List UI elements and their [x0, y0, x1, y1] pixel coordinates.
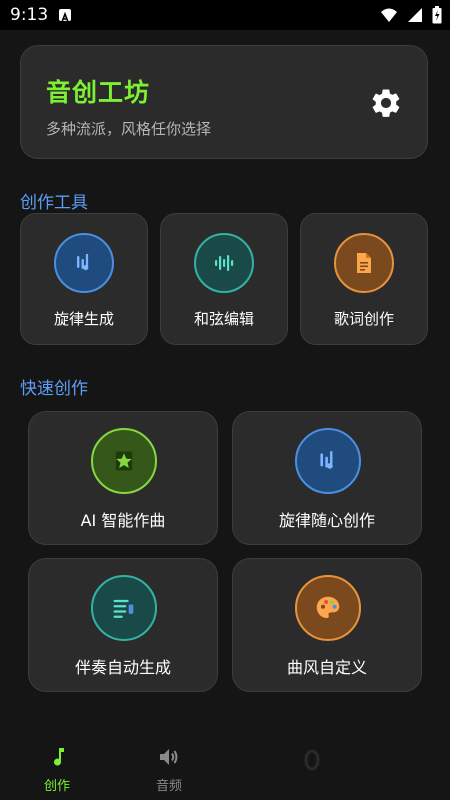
app-title: 音创工坊 — [46, 78, 151, 107]
tool-label-chord: 和弦编辑 — [193, 310, 254, 328]
document-icon — [357, 253, 371, 273]
document-icon-circle — [334, 233, 394, 293]
status-bar: 9:13 — [0, 0, 450, 30]
melody-icon — [320, 451, 333, 469]
nav-label-create: 创作 — [43, 779, 70, 794]
header-card: 音创工坊 多种流派，风格任你选择 — [20, 45, 428, 159]
tool-card-chord[interactable]: 和弦编辑 — [160, 213, 288, 345]
melody-icon-circle — [295, 428, 361, 494]
nav-item-audio[interactable]: 音频 — [139, 737, 199, 800]
quick-label-ai-compose: AI 智能作曲 — [80, 511, 166, 530]
quick-card-free-melody[interactable]: 旋律随心创作 — [232, 411, 422, 545]
quick-card-ai-compose[interactable]: AI 智能作曲 — [28, 411, 218, 545]
status-time: 9:13 — [10, 5, 49, 25]
settings-button[interactable] — [369, 86, 403, 120]
melody-icon — [77, 254, 89, 271]
wifi-icon — [381, 8, 397, 22]
quick-label-accompaniment: 伴奏自动生成 — [74, 658, 171, 677]
music-note-icon — [54, 748, 64, 766]
palette-icon-circle — [295, 575, 361, 641]
notification-icon — [59, 9, 71, 23]
list-music-icon-circle — [91, 575, 157, 641]
quick-card-accompaniment[interactable]: 伴奏自动生成 — [28, 558, 218, 692]
nav-item-create[interactable]: 创作 — [27, 737, 87, 800]
faded-nav-icon — [304, 749, 320, 771]
palette-icon — [316, 596, 340, 618]
ai-star-icon-circle — [91, 428, 157, 494]
section-title-tools: 创作工具 — [20, 193, 88, 213]
app-screen: 音创工坊 多种流派，风格任你选择 创作工具 旋律生成 和弦编辑 歌词创作 快速创… — [0, 30, 450, 800]
quick-label-free-melody: 旋律随心创作 — [278, 511, 375, 530]
ai-star-icon — [115, 451, 133, 471]
section-title-quick: 快速创作 — [20, 379, 88, 399]
waveform-icon-circle — [194, 233, 254, 293]
battery-icon — [432, 6, 442, 24]
status-icons — [380, 6, 442, 24]
quick-card-style-custom[interactable]: 曲风自定义 — [232, 558, 422, 692]
app-subtitle: 多种流派，风格任你选择 — [46, 120, 212, 138]
waveform-icon — [215, 255, 234, 271]
nav-label-audio: 音频 — [155, 779, 182, 794]
tool-label-lyrics: 歌词创作 — [333, 310, 394, 328]
list-music-icon — [113, 599, 134, 618]
quick-label-style-custom: 曲风自定义 — [286, 658, 367, 677]
signal-icon — [408, 8, 422, 22]
melody-icon-circle — [54, 233, 114, 293]
tool-card-melody[interactable]: 旋律生成 — [20, 213, 148, 345]
tool-card-lyrics[interactable]: 歌词创作 — [300, 213, 428, 345]
tool-label-melody: 旋律生成 — [53, 310, 114, 328]
gear-icon — [372, 89, 400, 117]
speaker-icon — [160, 749, 178, 765]
bottom-nav: 创作 音频 — [0, 737, 450, 800]
